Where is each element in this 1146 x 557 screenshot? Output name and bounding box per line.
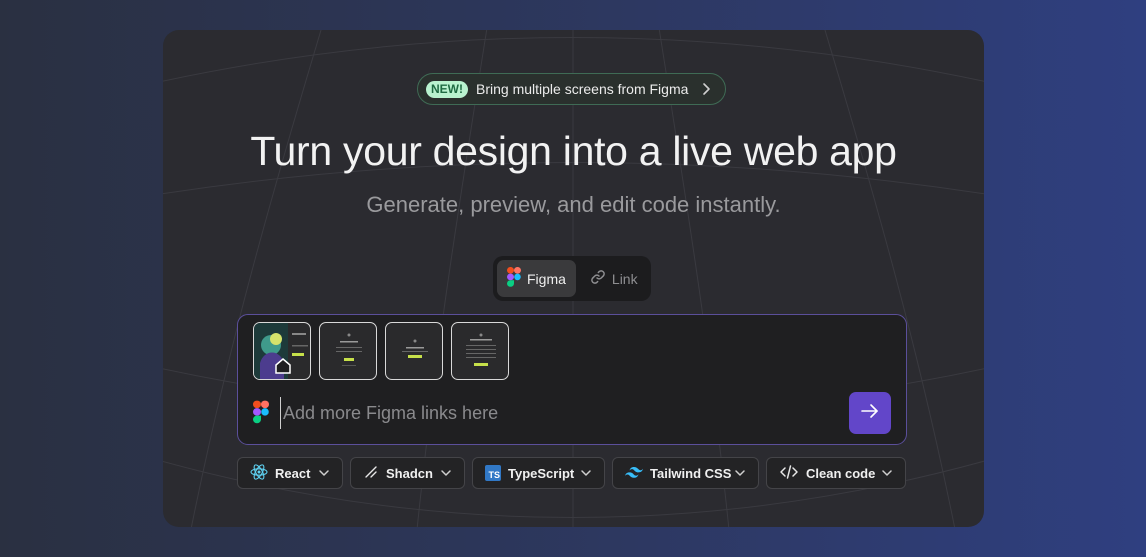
figma-icon xyxy=(507,267,521,290)
figma-link-composer xyxy=(237,314,907,445)
tab-figma-label: Figma xyxy=(527,270,566,287)
chevron-down-icon xyxy=(881,466,893,483)
chevron-down-icon xyxy=(318,466,330,483)
chevron-right-icon xyxy=(701,80,713,102)
source-switch: Figma Link xyxy=(493,256,651,301)
announcement-text: Bring multiple screens from Figma xyxy=(476,81,689,97)
submit-button[interactable] xyxy=(849,392,891,434)
screen-thumbnail[interactable] xyxy=(319,322,377,380)
chevron-down-icon xyxy=(440,466,452,483)
tab-figma[interactable]: Figma xyxy=(497,260,576,297)
typescript-icon: TS xyxy=(485,465,501,481)
language-select[interactable]: TS TypeScript xyxy=(472,457,605,489)
code-style-select[interactable]: Clean code xyxy=(766,457,906,489)
screen-thumbnails xyxy=(253,322,509,380)
tab-link-label: Link xyxy=(611,270,638,287)
screen-thumbnail[interactable] xyxy=(451,322,509,380)
page-subtitle: Generate, preview, and edit code instant… xyxy=(366,192,781,217)
screen-thumbnail[interactable] xyxy=(253,322,311,380)
chevron-down-icon xyxy=(580,466,592,483)
tab-link[interactable]: Link xyxy=(580,260,648,297)
ui-library-select[interactable]: Shadcn xyxy=(350,457,465,489)
typescript-icon-text: TS xyxy=(488,470,500,480)
announcement-pill[interactable]: NEW! Bring multiple screens from Figma xyxy=(417,73,726,105)
page-title: Turn your design into a live web app xyxy=(250,128,897,174)
code-style-label: Clean code xyxy=(806,465,876,481)
shadcn-icon xyxy=(363,464,379,483)
link-icon xyxy=(590,269,606,288)
language-label: TypeScript xyxy=(508,465,575,481)
screen-thumbnail[interactable] xyxy=(385,322,443,380)
chevron-down-icon xyxy=(734,466,746,483)
react-icon xyxy=(250,463,268,484)
code-icon xyxy=(779,464,799,483)
ui-library-label: Shadcn xyxy=(386,465,433,481)
new-badge: NEW! xyxy=(426,80,468,98)
arrow-right-icon xyxy=(860,403,880,424)
hero-card: NEW! Bring multiple screens from Figma T… xyxy=(163,30,984,527)
figma-link-input[interactable] xyxy=(280,397,800,429)
styling-select[interactable]: Tailwind CSS xyxy=(612,457,759,489)
tailwind-icon xyxy=(625,466,643,481)
framework-label: React xyxy=(275,465,311,481)
figma-icon xyxy=(253,400,269,429)
framework-select[interactable]: React xyxy=(237,457,343,489)
styling-label: Tailwind CSS xyxy=(650,465,732,481)
